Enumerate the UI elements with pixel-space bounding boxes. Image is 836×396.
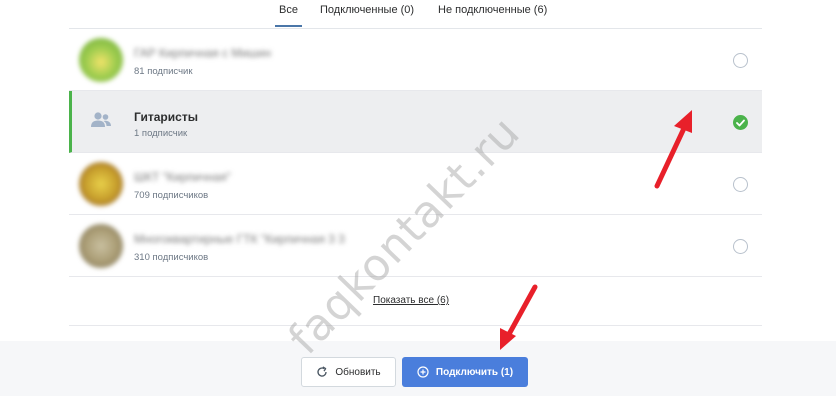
group-avatar xyxy=(79,224,123,268)
connect-button[interactable]: Подключить (1) xyxy=(402,357,528,387)
group-row[interactable]: ШКТ "Кирпичная" 709 подписчиков xyxy=(69,153,762,215)
users-icon xyxy=(89,111,113,134)
tab-connected[interactable]: Подключенные (0) xyxy=(320,4,414,16)
select-radio[interactable] xyxy=(733,239,748,254)
select-radio[interactable] xyxy=(733,53,748,68)
plus-circle-icon xyxy=(417,366,429,378)
group-row[interactable]: Многоквартирные ГТК "Кирпичная 3 3 310 п… xyxy=(69,215,762,277)
group-subscribers: 709 подписчиков xyxy=(134,190,209,201)
group-subscribers: 1 подписчик xyxy=(134,128,188,139)
group-subscribers: 81 подписчик xyxy=(134,66,193,77)
refresh-button[interactable]: Обновить xyxy=(301,357,396,387)
tab-all[interactable]: Все xyxy=(275,4,302,27)
group-list: ГАР Кирпичная с Мишин 81 подписчик Гитар… xyxy=(69,28,762,277)
select-radio[interactable] xyxy=(733,177,748,192)
group-name: ГАР Кирпичная с Мишин xyxy=(134,46,271,60)
refresh-icon xyxy=(316,366,328,378)
group-avatar xyxy=(79,38,123,82)
divider xyxy=(69,325,762,326)
group-name: Гитаристы xyxy=(134,110,198,124)
group-subscribers: 310 подписчиков xyxy=(134,252,209,263)
connect-label: Подключить (1) xyxy=(435,366,514,378)
group-avatar xyxy=(79,162,123,206)
show-all-link[interactable]: Показать все (6) xyxy=(373,295,449,306)
tab-not-connected[interactable]: Не подключенные (6) xyxy=(438,4,547,16)
group-avatar xyxy=(79,100,123,144)
tabs-bar: Все Подключенные (0) Не подключенные (6) xyxy=(0,0,836,30)
group-name: Многоквартирные ГТК "Кирпичная 3 3 xyxy=(134,232,345,246)
group-row-selected[interactable]: Гитаристы 1 подписчик xyxy=(69,91,762,153)
check-icon[interactable] xyxy=(733,115,748,130)
group-name: ШКТ "Кирпичная" xyxy=(134,170,231,184)
refresh-label: Обновить xyxy=(335,366,381,378)
group-row[interactable]: ГАР Кирпичная с Мишин 81 подписчик xyxy=(69,29,762,91)
